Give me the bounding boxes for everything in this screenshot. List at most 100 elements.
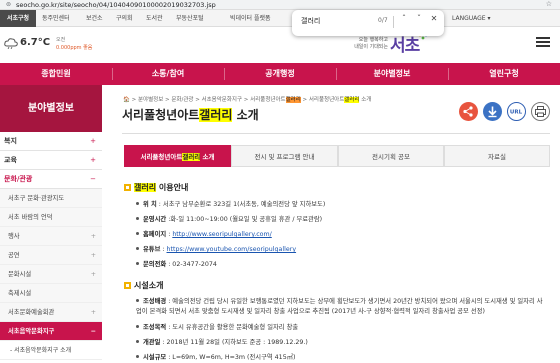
- sidebar-sub-culture-map[interactable]: 서초구 문화·관광지도: [0, 189, 102, 208]
- chevron-down-icon: ▾: [487, 15, 491, 22]
- breadcrumb-path[interactable]: 🏠 > 분야별정보 > 문화/관광 > 서초음악문화지구 > 서리풀청년아트: [123, 97, 286, 103]
- bullet-dot: [136, 325, 139, 328]
- content-tabs: 서리풀청년아트갤러리 소개 전시 및 프로그램 안내 전시기획 공모 자료실: [124, 145, 550, 167]
- nav-open-office[interactable]: 열린구청: [448, 63, 560, 85]
- tab-label: 서리풀청년아트: [140, 153, 183, 161]
- breadcrumb-path-2[interactable]: > 서리풀청년아트: [301, 97, 345, 103]
- info-row-homepage: 홈페이지 : http://www.seoripulgallery.com/: [136, 229, 272, 238]
- sidebar-child-music-district-intro[interactable]: - 서초음악문화지구 소개: [0, 341, 102, 360]
- bookmark-star-icon[interactable]: ☆: [546, 0, 552, 8]
- tab-exhibitions[interactable]: 전시 및 프로그램 안내: [231, 145, 338, 167]
- sidebar-sub-events[interactable]: 행사 +: [0, 227, 102, 246]
- temperature: 6.7°C: [20, 37, 51, 48]
- collapse-icon: −: [90, 328, 96, 335]
- sidebar-sub-label: 서초구 문화·관광지도: [8, 195, 65, 202]
- gov-link-library[interactable]: 도서관: [144, 10, 165, 27]
- sidebar-item-label: 복지: [4, 137, 17, 145]
- nav-participation[interactable]: 소통/참여: [112, 63, 224, 85]
- download-icon[interactable]: [483, 102, 502, 121]
- sidebar-sub-label: 서초 바람의 언덕: [8, 214, 53, 221]
- sidebar-sub-arts-center[interactable]: 서초문화예술회관 +: [0, 303, 102, 322]
- menu-icon[interactable]: [536, 35, 550, 49]
- tab-label-suffix: 소개: [200, 153, 215, 161]
- find-previous-icon[interactable]: ˆ: [398, 14, 410, 23]
- gov-link-bigdata[interactable]: 빅데이터 플랫폼: [228, 10, 273, 27]
- info-value: : 예술의전당 건립 당시 유일한 보행통로였던 지하보도는 상부에 횡단보도가…: [136, 298, 543, 315]
- sidebar-item-culture[interactable]: 문화/관광 −: [0, 170, 102, 189]
- gov-link-community-center[interactable]: 동주민센터: [40, 10, 72, 27]
- sidebar-title: 분야별정보: [0, 85, 102, 132]
- gov-link-seocho[interactable]: 서초구청: [0, 10, 36, 27]
- bullet-dot: [136, 355, 139, 358]
- find-close-icon[interactable]: ✕: [428, 14, 440, 23]
- expand-icon: +: [90, 156, 96, 164]
- find-next-icon[interactable]: ˇ: [413, 14, 425, 23]
- info-value: : L=69m, W=6m, H=3m (전시구역 415㎡): [166, 354, 296, 361]
- expand-icon: +: [90, 252, 96, 259]
- bullet-dot: [136, 299, 139, 302]
- sidebar-sub-culture-facilities[interactable]: 문화시설 +: [0, 265, 102, 284]
- share-icon[interactable]: [459, 102, 478, 121]
- gov-link-council[interactable]: 구의회: [114, 10, 135, 27]
- breadcrumb: 🏠 > 분야별정보 > 문화/관광 > 서초음악문화지구 > 서리풀청년아트갤러…: [123, 95, 371, 103]
- tab-exhibition-contest[interactable]: 전시기획 공모: [338, 145, 444, 167]
- section-title-text: 시설소개: [134, 281, 164, 290]
- sidebar-sub-performances[interactable]: 공연 +: [0, 246, 102, 265]
- nav-public-admin[interactable]: 공개행정: [224, 63, 336, 85]
- sidebar: 복지 + 교육 + 문화/관광 − 서초구 문화·관광지도 서초 바람의 언덕 행사 +…: [0, 132, 102, 360]
- homepage-link[interactable]: http://www.seoripulgallery.com/: [172, 231, 271, 238]
- info-value: : 02-3477-2074: [166, 261, 217, 268]
- section-bullet-icon: [124, 184, 131, 191]
- sidebar-sub-label: 행사: [8, 233, 20, 240]
- sidebar-item-welfare[interactable]: 복지 +: [0, 132, 102, 151]
- sidebar-sub-label: 서초문화예술회관: [8, 309, 55, 316]
- section-facility-title: 시설소개: [124, 280, 163, 291]
- gov-link-health-center[interactable]: 보건소: [84, 10, 105, 27]
- sidebar-sub-music-district[interactable]: 서초음악문화지구 −: [0, 322, 102, 341]
- slogan: 오늘 행복하고 내일이 기대되는: [330, 37, 388, 51]
- nav-civil-service[interactable]: 종합민원: [0, 63, 112, 85]
- info-row-hours: 운영시간 :화-일 11:00~19:00 (월요일 및 공휴일 휴관 / 무료…: [136, 214, 322, 223]
- bullet-dot: [136, 247, 139, 250]
- url-text[interactable]: seocho.go.kr/site/seocho/04/104040901000…: [16, 1, 216, 9]
- print-icon[interactable]: [531, 102, 550, 121]
- tab-resources[interactable]: 자료실: [444, 145, 550, 167]
- page-title-prefix: 서리풀청년아트: [122, 108, 200, 122]
- gov-link-real-estate[interactable]: 부동산포털: [174, 10, 206, 27]
- main-nav: 종합민원 소통/참여 공개행정 분야별정보 열린구청: [0, 63, 560, 85]
- find-highlight: 갤러리: [182, 153, 201, 161]
- info-label: 조성목적: [143, 324, 167, 331]
- slogan-line-1: 오늘 행복하고: [358, 37, 388, 43]
- sidebar-item-education[interactable]: 교육 +: [0, 151, 102, 170]
- bullet-dot: [136, 202, 139, 205]
- title-divider: [122, 133, 550, 134]
- facility-opening-date: 개관일 : 2018년 11월 28일 (지하보도 준공 : 1989.12.2…: [136, 338, 548, 348]
- facility-purpose: 조성목적 : 도시 유휴공간을 활용한 문화예술형 일자리 창출: [136, 323, 548, 333]
- address-bar[interactable]: ⊜ seocho.go.kr/site/seocho/04/1040409010…: [0, 0, 560, 10]
- bullet-dot: [136, 232, 139, 235]
- breadcrumb-tail: 소개: [359, 97, 372, 103]
- url-icon-label: URL: [510, 110, 523, 116]
- gov-links-bar: 서초구청 동주민센터 보건소 구의회 도서관 부동산포털 빅데이터 플랫폼 LA…: [0, 10, 560, 27]
- language-select[interactable]: LANGUAGE ▾: [452, 10, 491, 27]
- expand-icon: +: [90, 233, 96, 240]
- find-highlight: 갤러리: [134, 183, 157, 192]
- site-info-icon[interactable]: ⊜: [6, 1, 11, 8]
- find-input[interactable]: 갤러리: [301, 16, 320, 26]
- fine-dust-status: 0.000ppm 좋음: [56, 45, 93, 51]
- sidebar-sub-festival-facilities[interactable]: 축제시설: [0, 284, 102, 303]
- weather-time: 오전: [56, 37, 66, 43]
- tab-gallery-intro[interactable]: 서리풀청년아트갤러리 소개: [124, 145, 231, 167]
- bullet-dot: [136, 340, 139, 343]
- nav-field-info[interactable]: 분야별정보: [336, 63, 448, 85]
- url-icon[interactable]: URL: [507, 102, 526, 121]
- sidebar-sub-wind-hill[interactable]: 서초 바람의 언덕: [0, 208, 102, 227]
- info-label: 개관일: [143, 339, 161, 346]
- youtube-link[interactable]: https://www.youtube.com/seoripulgallery: [167, 246, 297, 253]
- info-row-youtube: 유튜브 : https://www.youtube.com/seoripulga…: [136, 244, 296, 253]
- sidebar-item-label: 교육: [4, 156, 17, 164]
- find-highlight: 갤러리: [344, 97, 360, 103]
- info-label: 문의전화: [143, 261, 167, 268]
- info-value: : 도시 유휴공간을 활용한 문화예술형 일자리 창출: [166, 324, 299, 331]
- find-highlight-current: 갤러리: [285, 97, 301, 103]
